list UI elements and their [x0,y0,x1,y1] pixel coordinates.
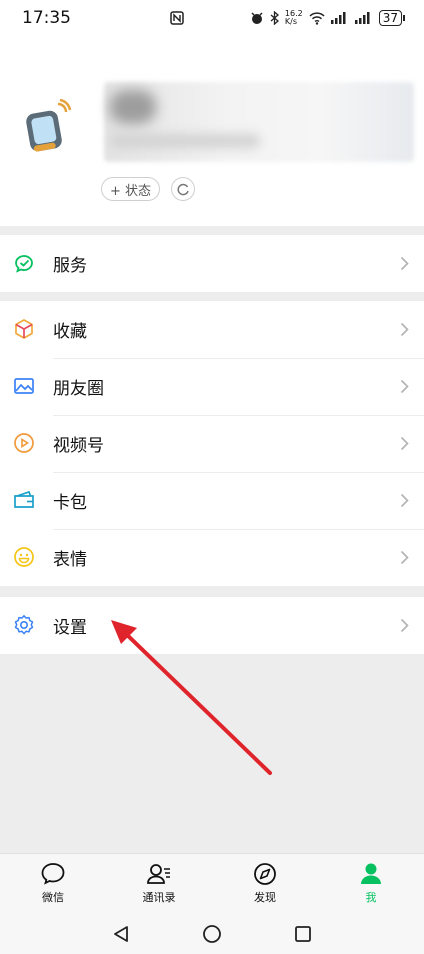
tab-label: 通讯录 [142,891,176,904]
channels-play-icon [14,433,34,453]
chevron-right-icon [400,493,409,508]
chat-bubble-icon [41,863,65,885]
recents-square-icon[interactable] [294,925,312,943]
status-icons: 16.2 K/s 37 [170,9,406,26]
menu-item-channels[interactable]: 视频号 [0,415,424,472]
menu-item-label: 朋友圈 [53,379,104,399]
back-triangle-icon[interactable] [112,925,130,943]
menu-item-favorites[interactable]: 收藏 [0,301,424,358]
menu-item-label: 卡包 [53,493,87,513]
chevron-right-icon [400,618,409,633]
tab-chats[interactable]: 微信 [0,854,106,914]
chevron-right-icon [400,256,409,271]
card-wallet-icon [14,490,34,508]
chevron-right-icon [400,322,409,337]
menu-item-label: 视频号 [53,436,104,456]
avatar[interactable] [22,98,78,158]
menu-item-moments[interactable]: 朋友圈 [0,358,424,415]
menu-group-services: 服务 [0,235,424,292]
chevron-right-icon [400,379,409,394]
person-icon [361,863,381,884]
menu-item-settings[interactable]: 设置 [0,597,424,654]
tab-me[interactable]: 我 [318,854,424,914]
tab-label: 微信 [42,891,64,904]
home-circle-icon[interactable] [202,924,222,944]
gear-icon [14,615,34,635]
menu-item-label: 表情 [53,550,87,570]
chevron-right-icon [400,550,409,565]
alarm-icon [251,12,263,24]
system-navigation-bar [0,913,424,954]
menu-group-features: 收藏 朋友圈 视频号 卡包 表情 [0,301,424,586]
tab-label: 发现 [254,891,276,904]
signal-icon-1 [330,12,346,24]
net-speed: 16.2 K/s [284,9,303,26]
refresh-icon [176,183,189,195]
tab-discover[interactable]: 发现 [212,854,318,914]
clock: 17:35 [22,8,71,28]
wifi-icon [309,11,325,25]
menu-group-settings: 设置 [0,597,424,654]
add-status-button[interactable]: + 状态 [101,177,161,201]
profile-header[interactable]: + 状态 [0,36,424,226]
wechat-pay-icon [15,255,33,273]
menu-item-label: 设置 [53,618,87,638]
compass-icon [254,863,276,885]
bluetooth-icon [270,11,279,25]
chevron-right-icon [400,436,409,451]
refresh-status-button[interactable] [171,177,195,201]
contacts-icon [147,864,170,884]
emoji-smile-icon [14,547,34,567]
menu-item-card-wallet[interactable]: 卡包 [0,472,424,529]
tab-contacts[interactable]: 通讯录 [106,854,212,914]
battery-indicator: 37 [378,10,406,26]
moments-photo-icon [14,378,34,394]
menu-item-stickers[interactable]: 表情 [0,529,424,586]
bottom-tab-bar: 微信 通讯录 发现 我 [0,853,424,914]
favorites-cube-icon [15,319,33,339]
nickname-blurred [104,82,414,162]
menu-item-services[interactable]: 服务 [0,235,424,292]
status-bar: 17:35 16.2 K/s 37 [0,0,424,36]
tab-label: 我 [365,891,377,904]
menu-item-label: 服务 [53,256,87,276]
menu-item-label: 收藏 [53,322,87,342]
nfc-icon [170,11,184,25]
signal-icon-2 [354,12,370,24]
